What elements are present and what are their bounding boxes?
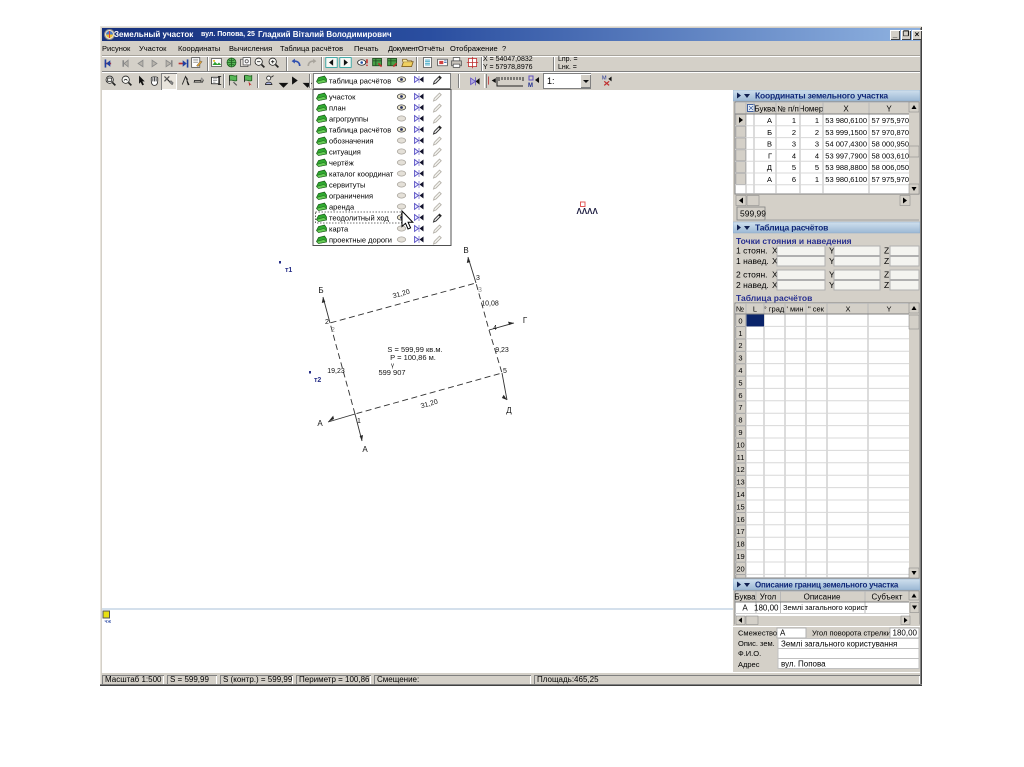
svg-text:участок: участок — [329, 93, 356, 102]
svg-text:таблица расчётов: таблица расчётов — [329, 126, 391, 135]
svg-text:сервитуты: сервитуты — [329, 181, 365, 190]
svg-text:теодолитный ход: теодолитный ход — [329, 214, 389, 223]
svg-text:обозначения: обозначения — [329, 137, 374, 146]
svg-text:каталог координат: каталог координат — [329, 170, 394, 179]
svg-text:карта: карта — [329, 225, 349, 234]
svg-text:проектные дороги: проектные дороги — [329, 236, 392, 245]
svg-text:агрогруппы: агрогруппы — [329, 115, 368, 124]
svg-text:аренда: аренда — [329, 203, 355, 212]
svg-text:ситуация: ситуация — [329, 148, 361, 157]
svg-text:таблица расчётов: таблица расчётов — [329, 77, 391, 86]
svg-text:чертёж: чертёж — [329, 159, 354, 168]
svg-text:ограничения: ограничения — [329, 192, 373, 201]
svg-text:план: план — [329, 104, 346, 113]
